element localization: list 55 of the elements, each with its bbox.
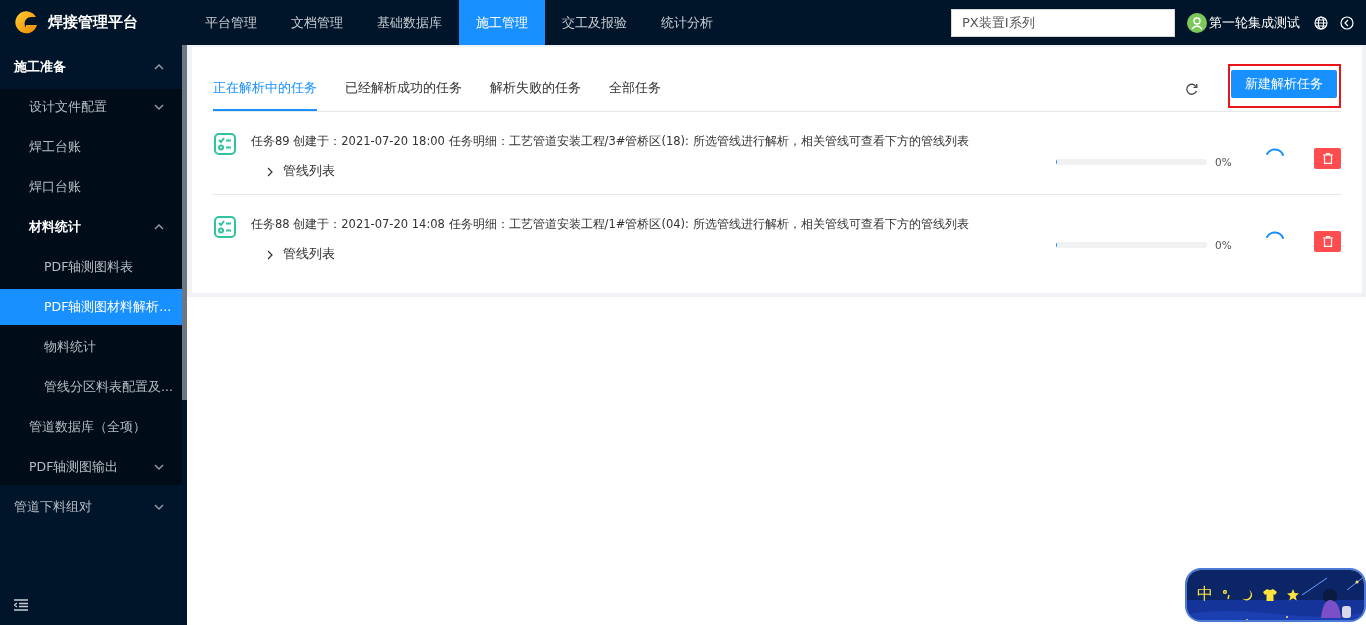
input-mode[interactable]: 中	[1197, 584, 1213, 605]
star-icon[interactable]	[1287, 588, 1299, 601]
chevron-icon	[154, 464, 164, 470]
back-icon[interactable]	[1340, 15, 1354, 30]
sidebar-item[interactable]: 施工准备	[0, 49, 182, 85]
pipeline-list-toggle[interactable]: 管线列表	[267, 163, 335, 180]
sidebar-item[interactable]: 焊工台账	[0, 129, 182, 165]
sidebar-item[interactable]: 焊口台账	[0, 169, 182, 205]
delete-button[interactable]	[1314, 148, 1341, 169]
chevron-icon	[154, 224, 164, 230]
chevron-icon	[267, 166, 273, 177]
nav-tab[interactable]: 统计分析	[644, 0, 730, 45]
sidebar-item[interactable]: 管线分区料表配置及...	[0, 369, 182, 405]
sidebar-item[interactable]: 管道下料组对	[0, 489, 182, 525]
nav-tab[interactable]: 基础数据库	[360, 0, 459, 45]
chevron-icon	[267, 249, 273, 260]
task-list-icon	[213, 215, 237, 239]
avatar-icon	[1187, 12, 1207, 33]
scrollbar-thumb[interactable]	[182, 45, 187, 400]
task-tab[interactable]: 已经解析成功的任务	[345, 67, 462, 111]
globe-icon[interactable]	[1314, 15, 1328, 30]
ime-toolbar[interactable]: 中	[1185, 568, 1366, 622]
user-name[interactable]: 第一轮集成测试	[1209, 13, 1300, 32]
shirt-icon[interactable]	[1263, 588, 1277, 601]
nav-tab[interactable]: 文档管理	[274, 0, 360, 45]
pipeline-list-toggle[interactable]: 管线列表	[267, 246, 335, 263]
nav-tab[interactable]: 平台管理	[188, 0, 274, 45]
sidebar-item[interactable]: 物料统计	[0, 329, 182, 365]
task-tab[interactable]: 解析失败的任务	[490, 67, 581, 111]
moon-icon[interactable]	[1241, 588, 1253, 601]
search-field[interactable]: PX装置I系列	[951, 8, 1175, 37]
task-list-icon	[213, 132, 237, 156]
trash-icon	[1322, 236, 1333, 247]
task-description: 任务88 创建于：2021-07-20 14:08 任务明细：工艺管道安装工程/1#管桥区(04): 所选管线进行解析，相关管线可查看下方的管线列表	[251, 217, 970, 232]
sidebar-item[interactable]: 设计文件配置	[0, 89, 182, 125]
task-tab[interactable]: 全部任务	[609, 67, 661, 111]
refresh-icon[interactable]	[1185, 82, 1198, 96]
loading-spinner-icon	[1266, 231, 1284, 241]
chevron-icon	[154, 504, 164, 510]
loading-spinner-icon	[1266, 148, 1284, 158]
progress-reading: 0%	[1215, 156, 1232, 168]
app-title: 焊接管理平台	[48, 13, 138, 32]
delete-button[interactable]	[1314, 231, 1341, 252]
sidebar-item[interactable]: 材料统计	[0, 209, 182, 245]
chevron-icon	[154, 104, 164, 110]
sidebar-item[interactable]: PDF轴测图输出	[0, 449, 182, 485]
sidebar-item[interactable]: 管道数据库（全项）	[0, 409, 182, 445]
task-description: 任务89 创建于：2021-07-20 18:00 任务明细：工艺管道安装工程/3#管桥区(18): 所选管线进行解析，相关管线可查看下方的管线列表	[251, 134, 970, 149]
punctuation-icon[interactable]	[1223, 589, 1231, 600]
nav-tab[interactable]: 交工及报验	[545, 0, 644, 45]
sidebar-item[interactable]: PDF轴测图料表	[0, 249, 182, 285]
menu-fold-icon[interactable]	[14, 599, 28, 611]
progress-reading: 0%	[1215, 239, 1232, 251]
trash-icon	[1322, 153, 1333, 164]
chevron-icon	[154, 64, 164, 70]
